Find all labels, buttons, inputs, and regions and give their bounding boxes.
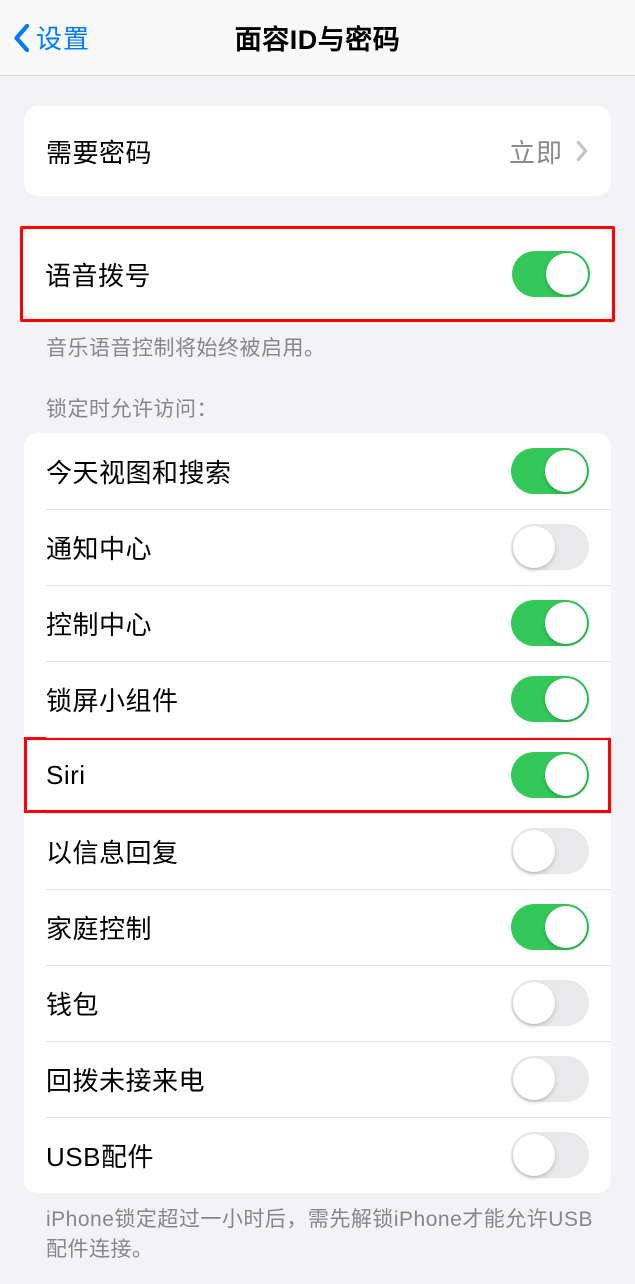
toggle-knob bbox=[513, 1058, 555, 1100]
locked-item-row: 家庭控制 bbox=[24, 889, 611, 965]
locked-item-label: 钱包 bbox=[46, 985, 99, 1022]
locked-item-toggle[interactable] bbox=[511, 600, 589, 646]
chevron-left-icon bbox=[10, 22, 32, 54]
locked-item-row: 通知中心 bbox=[24, 509, 611, 585]
locked-item-label: 以信息回复 bbox=[46, 833, 179, 870]
voice-dial-footnote: 音乐语音控制将始终被启用。 bbox=[46, 334, 611, 363]
toggle-knob bbox=[546, 253, 588, 295]
locked-item-row: 以信息回复 bbox=[24, 813, 611, 889]
toggle-knob bbox=[545, 678, 587, 720]
locked-item-toggle[interactable] bbox=[511, 1132, 589, 1178]
back-label: 设置 bbox=[36, 19, 90, 56]
locked-section-header: 锁定时允许访问： bbox=[46, 393, 611, 423]
locked-item-label: 通知中心 bbox=[46, 529, 152, 566]
usb-footnote: iPhone锁定超过一小时后，需先解锁iPhone才能允许USB配件连接。 bbox=[46, 1205, 595, 1264]
voice-dial-row: 语音拨号 bbox=[23, 229, 612, 319]
locked-item-toggle[interactable] bbox=[511, 448, 589, 494]
locked-item-label: Siri bbox=[46, 760, 86, 791]
voice-dial-highlight: 语音拨号 bbox=[20, 226, 615, 322]
locked-item-toggle[interactable] bbox=[511, 752, 589, 798]
locked-item-label: 控制中心 bbox=[46, 605, 152, 642]
locked-item-label: 回拨未接来电 bbox=[46, 1061, 205, 1098]
locked-item-label: 锁屏小组件 bbox=[46, 681, 179, 718]
locked-item-toggle[interactable] bbox=[511, 524, 589, 570]
locked-item-row: 钱包 bbox=[24, 965, 611, 1041]
toggle-knob bbox=[545, 906, 587, 948]
locked-item-row: 回拨未接来电 bbox=[24, 1041, 611, 1117]
locked-item-row: 锁屏小组件 bbox=[24, 661, 611, 737]
locked-item-label: 家庭控制 bbox=[46, 909, 152, 946]
voice-dial-label: 语音拨号 bbox=[45, 256, 151, 293]
back-button[interactable]: 设置 bbox=[10, 19, 90, 56]
voice-dial-toggle[interactable] bbox=[512, 251, 590, 297]
locked-item-row: 今天视图和搜索 bbox=[24, 433, 611, 509]
voice-dial-group: 语音拨号 bbox=[23, 229, 612, 319]
navbar: 设置 面容ID与密码 bbox=[0, 0, 635, 76]
locked-item-toggle[interactable] bbox=[511, 1056, 589, 1102]
content: 需要密码 立即 语音拨号 音乐语音控制将始终被启用。 锁定时允许访问： 今天 bbox=[0, 106, 635, 1284]
toggle-knob bbox=[545, 754, 587, 796]
row-right: 立即 bbox=[509, 133, 589, 170]
chevron-right-icon bbox=[575, 140, 589, 162]
require-passcode-label: 需要密码 bbox=[46, 133, 152, 170]
locked-access-group: 今天视图和搜索通知中心控制中心锁屏小组件 Siri 以信息回复家庭控制钱包回拨未接来… bbox=[24, 433, 611, 1193]
toggle-knob bbox=[513, 1134, 555, 1176]
locked-item-toggle[interactable] bbox=[511, 676, 589, 722]
toggle-knob bbox=[513, 982, 555, 1024]
locked-item-row: 控制中心 bbox=[24, 585, 611, 661]
locked-item-toggle[interactable] bbox=[511, 980, 589, 1026]
locked-item-label: USB配件 bbox=[46, 1137, 154, 1174]
require-passcode-row[interactable]: 需要密码 立即 bbox=[24, 106, 611, 196]
toggle-knob bbox=[545, 602, 587, 644]
toggle-knob bbox=[513, 526, 555, 568]
locked-item-row: USB配件 bbox=[24, 1117, 611, 1193]
locked-item-toggle[interactable] bbox=[511, 828, 589, 874]
passcode-group: 需要密码 立即 bbox=[24, 106, 611, 196]
toggle-knob bbox=[545, 450, 587, 492]
locked-item-toggle[interactable] bbox=[511, 904, 589, 950]
toggle-knob bbox=[513, 830, 555, 872]
require-passcode-value: 立即 bbox=[509, 133, 563, 170]
locked-item-label: 今天视图和搜索 bbox=[46, 453, 232, 490]
page-title: 面容ID与密码 bbox=[235, 18, 401, 57]
locked-item-row: Siri bbox=[24, 737, 611, 813]
highlight-box: 语音拨号 bbox=[20, 226, 615, 322]
